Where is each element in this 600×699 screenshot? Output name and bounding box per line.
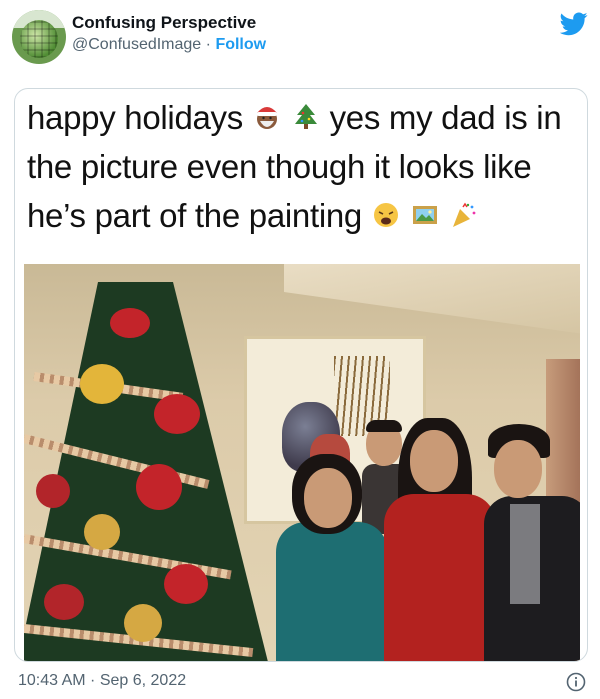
family-photo [24,264,580,661]
display-name[interactable]: Confusing Perspective [72,13,256,33]
party-popper-emoji [452,202,476,228]
separator: · [205,36,211,53]
framed-picture-emoji [412,206,437,225]
avatar[interactable] [12,10,66,64]
info-icon[interactable] [566,672,586,692]
christmas-tree-emoji [294,104,317,130]
tweet-timestamp[interactable]: 10:43 AM · Sep 6, 2022 [18,672,186,690]
santa-emoji [256,107,277,130]
meme-caption: happy holidays yes my dad is in the pict… [27,93,577,240]
weary-face-emoji [373,203,398,228]
handle[interactable]: @ConfusedImage [72,36,201,53]
follow-link[interactable]: Follow [215,36,266,53]
twitter-bird-icon[interactable] [560,12,588,36]
meme-image[interactable]: happy holidays yes my dad is in the pict… [14,88,588,662]
handle-row: @ConfusedImage · Follow [72,36,266,54]
caption-part-1: happy holidays [27,99,243,136]
